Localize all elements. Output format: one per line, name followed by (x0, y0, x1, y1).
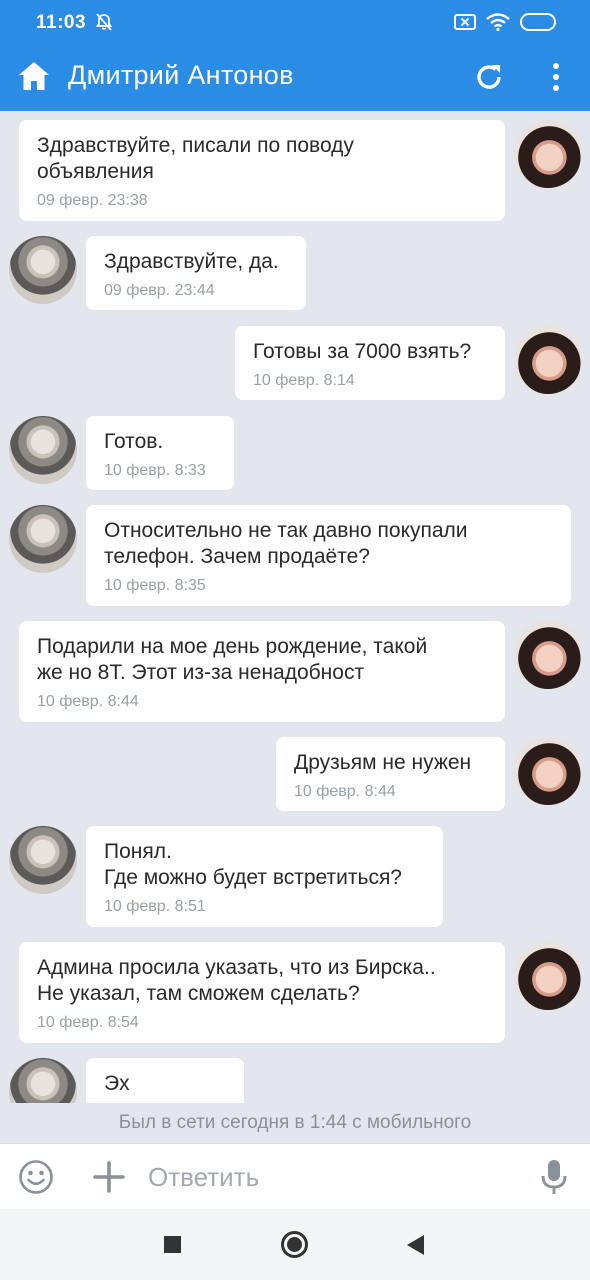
home-icon[interactable] (16, 58, 52, 94)
message-text: Подарили на мое день рождение, такой же … (37, 635, 428, 684)
composer (0, 1143, 590, 1209)
alarm-off-icon (95, 13, 113, 31)
message-bubble[interactable]: Относительно не так давно покупали телеф… (86, 505, 571, 606)
reply-input[interactable] (148, 1157, 508, 1197)
status-icons: 41 (454, 12, 556, 32)
avatar[interactable] (514, 737, 582, 805)
message-time: 10 февр. 8:35 (104, 577, 206, 594)
plus-icon[interactable] (91, 1159, 127, 1195)
message-text: Здравствуйте, писали по поводу объявлени… (37, 134, 354, 183)
refresh-icon[interactable] (472, 60, 506, 94)
avatar[interactable] (514, 942, 582, 1010)
message-time: 10 февр. 8:51 (104, 898, 206, 915)
avatar[interactable] (9, 505, 77, 573)
message-text: Готовы за 7000 взять? (253, 340, 472, 363)
message-bubble[interactable]: Здравствуйте, да. 09 февр. 23:44 (86, 236, 306, 310)
sim-off-icon (454, 14, 476, 30)
home-circle-icon[interactable] (281, 1231, 308, 1258)
message-time: 10 февр. 8:54 (37, 1014, 139, 1031)
message-text: Здравствуйте, да. (104, 250, 279, 273)
avatar[interactable] (514, 120, 582, 188)
message-time: 10 февр. 8:44 (294, 783, 396, 800)
message-time: 09 февр. 23:38 (37, 192, 148, 209)
message-text: Друзьям не нужен (294, 751, 472, 774)
battery-percent: 41 (538, 16, 551, 28)
recents-icon[interactable] (164, 1236, 181, 1253)
message-text: Понял. Где можно будет встретиться? (104, 840, 402, 889)
message-time: 10 февр. 8:14 (253, 372, 355, 389)
message-text: Эх (104, 1072, 130, 1095)
message-time: 10 февр. 8:44 (37, 693, 139, 710)
message-bubble[interactable]: Эх (86, 1058, 244, 1103)
last-seen-status: Был в сети сегодня в 1:44 с мобильного (118, 1112, 472, 1133)
system-nav-bar (0, 1209, 590, 1280)
avatar[interactable] (9, 1058, 77, 1103)
microphone-icon[interactable] (540, 1158, 568, 1196)
message-bubble[interactable]: Здравствуйте, писали по поводу объявлени… (19, 120, 505, 221)
avatar[interactable] (514, 326, 582, 394)
avatar[interactable] (514, 621, 582, 689)
avatar[interactable] (9, 236, 77, 304)
emoji-icon[interactable] (18, 1159, 54, 1195)
battery-icon: 41 (520, 13, 556, 31)
message-bubble[interactable]: Понял. Где можно будет встретиться? 10 ф… (86, 826, 443, 927)
message-bubble[interactable]: Готов. 10 февр. 8:33 (86, 416, 234, 490)
wifi-icon (486, 13, 510, 31)
app-bar: Дмитрий Антонов (0, 44, 590, 111)
message-bubble[interactable]: Подарили на мое день рождение, такой же … (19, 621, 505, 722)
message-list[interactable]: Здравствуйте, писали по поводу объявлени… (0, 111, 590, 1103)
message-time: 10 февр. 8:33 (104, 462, 206, 479)
status-time: 11:03 (36, 12, 87, 33)
status-bar: 11:03 41 (0, 0, 590, 44)
avatar[interactable] (9, 416, 77, 484)
message-text: Админа просила указать, что из Бирска.. … (37, 956, 436, 1005)
avatar[interactable] (9, 826, 77, 894)
message-bubble[interactable]: Друзьям не нужен 10 февр. 8:44 (276, 737, 505, 811)
message-bubble[interactable]: Готовы за 7000 взять? 10 февр. 8:14 (235, 326, 505, 400)
message-text: Относительно не так давно покупали телеф… (104, 519, 468, 568)
message-time: 09 февр. 23:44 (104, 282, 215, 299)
more-vertical-icon[interactable] (544, 60, 568, 94)
page-title: Дмитрий Антонов (68, 60, 294, 90)
message-bubble[interactable]: Админа просила указать, что из Бирска.. … (19, 942, 505, 1043)
back-icon[interactable] (407, 1235, 424, 1255)
message-text: Готов. (104, 430, 164, 453)
